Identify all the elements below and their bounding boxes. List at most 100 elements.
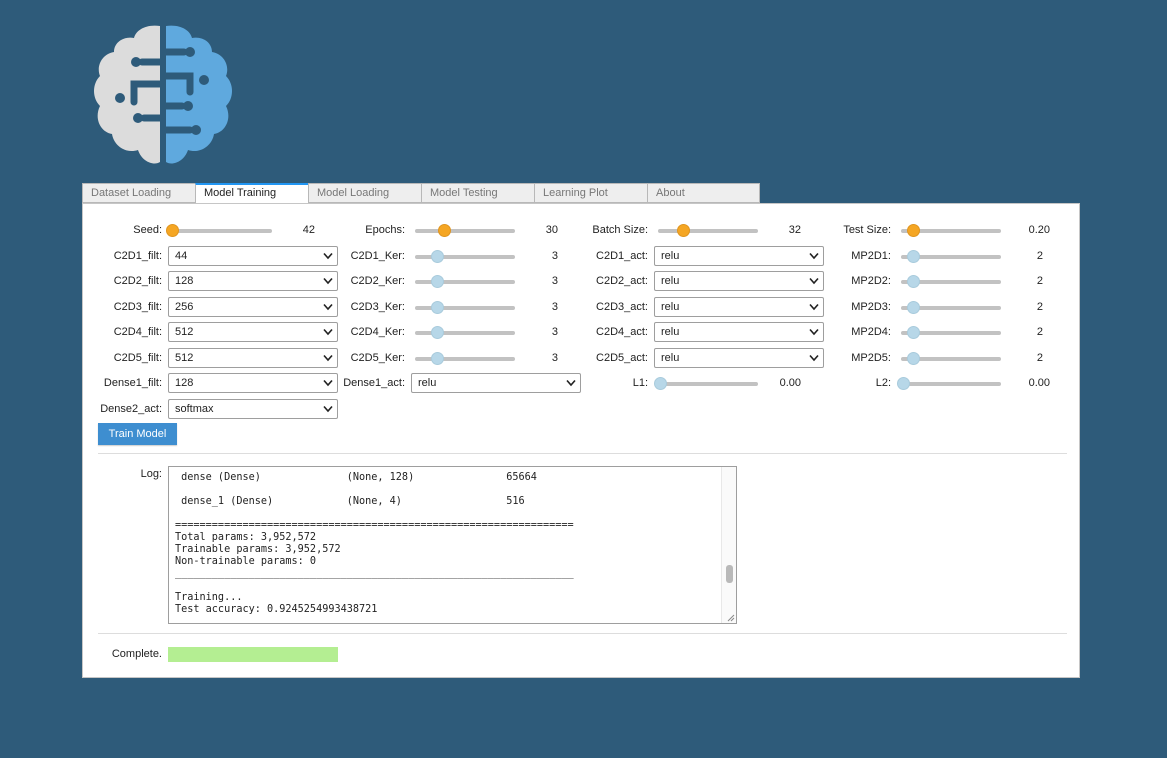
c2d2-ker-control: C2D2_Ker: 3 xyxy=(323,271,563,291)
mp2d4-slider-handle[interactable] xyxy=(907,326,920,339)
c2d4-ker-label: C2D4_Ker: xyxy=(350,326,405,338)
c2d5-act-control: C2D5_act: relu xyxy=(569,348,829,368)
c2d5-filt-select[interactable]: 512 xyxy=(168,348,338,368)
mp2d4-slider[interactable] xyxy=(901,326,1001,339)
mp2d2-control: MP2D2: 2 xyxy=(812,271,1062,291)
mp2d5-label: MP2D5: xyxy=(851,352,891,364)
c2d3-ker-slider[interactable] xyxy=(415,301,515,314)
c2d5-act-select[interactable]: relu xyxy=(654,348,824,368)
c2d1-filt-value: 44 xyxy=(175,250,188,262)
log-scrollbar-thumb[interactable] xyxy=(726,565,733,583)
dense2-act-value: softmax xyxy=(175,403,214,415)
model-training-panel: Seed: 42 C2D1_filt: 44 C2D2_filt: 128 C2… xyxy=(82,203,1080,678)
l2-slider[interactable] xyxy=(897,377,1001,390)
tab-about[interactable]: About xyxy=(647,183,760,203)
seed-slider[interactable] xyxy=(166,224,272,237)
c2d3-act-value: relu xyxy=(661,301,680,313)
c2d3-filt-label: C2D3_filt: xyxy=(113,301,162,313)
c2d4-filt-label: C2D4_filt: xyxy=(113,326,162,338)
dense1-filt-value: 128 xyxy=(175,377,194,389)
c2d1-ker-slider[interactable] xyxy=(415,250,515,263)
mp2d5-slider[interactable] xyxy=(901,352,1001,365)
dense2-act-label: Dense2_act: xyxy=(100,403,162,415)
c2d2-act-control: C2D2_act: relu xyxy=(569,271,829,291)
batch-size-slider-handle[interactable] xyxy=(677,224,690,237)
c2d3-act-label: C2D3_act: xyxy=(596,301,648,313)
l1-slider[interactable] xyxy=(654,377,758,390)
batch-size-control: Batch Size: 32 xyxy=(569,220,809,240)
test-size-slider-handle[interactable] xyxy=(907,224,920,237)
test-size-label: Test Size: xyxy=(843,224,891,236)
batch-size-label: Batch Size: xyxy=(592,224,648,236)
progress-bar xyxy=(168,647,338,662)
c2d1-act-select[interactable]: relu xyxy=(654,246,824,266)
log-textarea[interactable]: dense (Dense) (None, 128) 65664 dense_1 … xyxy=(168,466,737,624)
c2d4-filt-select[interactable]: 512 xyxy=(168,322,338,342)
mp2d3-slider-handle[interactable] xyxy=(907,301,920,314)
l2-slider-handle[interactable] xyxy=(897,377,910,390)
tab-model-training[interactable]: Model Training xyxy=(195,183,308,204)
c2d1-filt-control: C2D1_filt: 44 xyxy=(83,246,343,266)
seed-label: Seed: xyxy=(133,224,162,236)
dense1-filt-select[interactable]: 128 xyxy=(168,373,338,393)
mp2d1-slider[interactable] xyxy=(901,250,1001,263)
test-size-control: Test Size: 0.20 xyxy=(812,220,1062,240)
mp2d3-label: MP2D3: xyxy=(851,301,891,313)
mp2d3-value: 2 xyxy=(1036,301,1043,313)
mp2d3-slider[interactable] xyxy=(901,301,1001,314)
c2d3-ker-value: 3 xyxy=(551,301,558,313)
c2d5-ker-slider[interactable] xyxy=(415,352,515,365)
c2d3-act-select[interactable]: relu xyxy=(654,297,824,317)
dense2-act-select[interactable]: softmax xyxy=(168,399,338,419)
c2d2-filt-value: 128 xyxy=(175,275,194,287)
c2d4-act-select[interactable]: relu xyxy=(654,322,824,342)
c2d3-ker-slider-handle[interactable] xyxy=(431,301,444,314)
c2d2-ker-label: C2D2_Ker: xyxy=(350,275,405,287)
train-model-button[interactable]: Train Model xyxy=(98,423,177,445)
resize-grip-icon[interactable] xyxy=(726,613,735,622)
epochs-value: 30 xyxy=(545,224,558,236)
c2d2-act-label: C2D2_act: xyxy=(596,275,648,287)
c2d2-ker-slider[interactable] xyxy=(415,275,515,288)
mp2d5-slider-handle[interactable] xyxy=(907,352,920,365)
c2d1-filt-select[interactable]: 44 xyxy=(168,246,338,266)
divider xyxy=(98,633,1067,634)
c2d5-ker-slider-handle[interactable] xyxy=(431,352,444,365)
c2d2-filt-select[interactable]: 128 xyxy=(168,271,338,291)
epochs-slider-handle[interactable] xyxy=(438,224,451,237)
dense1-filt-control: Dense1_filt: 128 xyxy=(83,373,343,393)
divider xyxy=(98,453,1067,454)
c2d4-ker-slider-handle[interactable] xyxy=(431,326,444,339)
epochs-slider[interactable] xyxy=(415,224,515,237)
c2d1-ker-label: C2D1_Ker: xyxy=(350,250,405,262)
mp2d2-slider[interactable] xyxy=(901,275,1001,288)
tab-learning-plot[interactable]: Learning Plot xyxy=(534,183,647,203)
c2d3-filt-select[interactable]: 256 xyxy=(168,297,338,317)
mp2d1-control: MP2D1: 2 xyxy=(812,246,1062,266)
mp2d1-slider-handle[interactable] xyxy=(907,250,920,263)
mp2d2-value: 2 xyxy=(1036,275,1043,287)
dense1-act-control: Dense1_act: relu xyxy=(323,373,583,393)
c2d2-act-select[interactable]: relu xyxy=(654,271,824,291)
l2-control: L2: 0.00 xyxy=(812,373,1062,393)
c2d1-ker-slider-handle[interactable] xyxy=(431,250,444,263)
tab-dataset-loading[interactable]: Dataset Loading xyxy=(82,183,195,203)
c2d2-ker-slider-handle[interactable] xyxy=(431,275,444,288)
mp2d4-value: 2 xyxy=(1036,326,1043,338)
c2d4-ker-value: 3 xyxy=(551,326,558,338)
tab-model-testing[interactable]: Model Testing xyxy=(421,183,534,203)
mp2d4-label: MP2D4: xyxy=(851,326,891,338)
batch-size-slider[interactable] xyxy=(658,224,758,237)
c2d1-act-label: C2D1_act: xyxy=(596,250,648,262)
log-scrollbar[interactable] xyxy=(721,467,736,623)
seed-slider-handle[interactable] xyxy=(166,224,179,237)
l1-slider-handle[interactable] xyxy=(654,377,667,390)
c2d4-ker-slider[interactable] xyxy=(415,326,515,339)
tab-model-loading[interactable]: Model Loading xyxy=(308,183,421,203)
dense1-act-select[interactable]: relu xyxy=(411,373,581,393)
c2d3-act-control: C2D3_act: relu xyxy=(569,297,829,317)
l1-value: 0.00 xyxy=(779,377,801,389)
dense1-act-value: relu xyxy=(418,377,437,389)
test-size-slider[interactable] xyxy=(901,224,1001,237)
mp2d2-slider-handle[interactable] xyxy=(907,275,920,288)
